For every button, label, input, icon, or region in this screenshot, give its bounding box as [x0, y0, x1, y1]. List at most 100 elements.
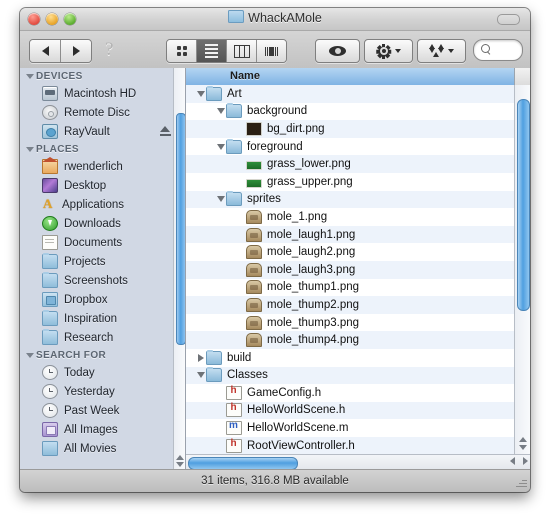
disclosure-triangle[interactable] [215, 196, 226, 203]
file-row[interactable]: foreground [186, 138, 515, 156]
file-row[interactable]: Classes [186, 366, 515, 385]
file-row[interactable]: build [186, 349, 515, 367]
file-row[interactable]: mole_laugh2.png [186, 243, 515, 261]
chevron-down-icon [216, 108, 225, 115]
navigation-segmented-control[interactable] [29, 39, 92, 63]
file-row[interactable]: HelloWorldScene.m [186, 419, 515, 437]
back-arrow-icon [41, 46, 49, 56]
file-row[interactable]: grass_upper.png [186, 173, 515, 191]
sidebar-item-desktop[interactable]: Desktop [20, 176, 185, 195]
toolbar-toggle-button[interactable] [497, 14, 520, 25]
file-row[interactable]: Art [186, 85, 515, 103]
optical-disc-icon [42, 105, 58, 120]
sidebar-item-macintosh-hd[interactable]: Macintosh HD [20, 84, 185, 103]
resize-grip[interactable] [514, 476, 527, 489]
clock-icon [42, 365, 58, 380]
eject-icon[interactable] [160, 126, 171, 137]
file-row[interactable]: RootViewController.h [186, 436, 515, 455]
sidebar-item-label: Dropbox [64, 293, 108, 306]
sidebar-item-label: Desktop [64, 179, 107, 192]
sidebar-item-documents[interactable]: Documents [20, 233, 185, 252]
file-row[interactable]: mole_thump3.png [186, 314, 515, 332]
horizontal-scroll-arrows[interactable] [510, 457, 528, 465]
sidebar-item-label: All Movies [64, 442, 117, 455]
file-row[interactable]: mole_laugh3.png [186, 260, 515, 279]
sidebar-item-all-movies[interactable]: All Movies [20, 439, 185, 458]
sidebar-item-yesterday[interactable]: Yesterday [20, 382, 185, 401]
file-row[interactable]: mole_1.png [186, 208, 515, 226]
back-button[interactable] [30, 40, 61, 62]
sidebar-item-downloads[interactable]: Downloads [20, 214, 185, 233]
file-row[interactable]: HelloWorldScene.h [186, 401, 515, 420]
folder-icon [42, 253, 58, 269]
scroll-down-icon[interactable] [518, 445, 527, 450]
horizontal-scrollbar[interactable] [186, 454, 530, 470]
sidebar-item-today[interactable]: Today [20, 363, 185, 382]
sidebar-item-applications[interactable]: Applications [20, 195, 185, 214]
scroll-left-icon[interactable] [510, 457, 515, 465]
sidebar-item-dropbox[interactable]: Dropbox [20, 290, 185, 309]
applications-icon [42, 196, 56, 212]
file-row[interactable]: bg_dirt.png [186, 120, 515, 138]
action-menu-button[interactable] [364, 39, 413, 63]
file-row[interactable]: mole_thump1.png [186, 279, 515, 297]
forward-button[interactable] [61, 40, 91, 62]
file-row-label: mole_laugh2.png [267, 246, 356, 259]
scroll-right-icon[interactable] [523, 457, 528, 465]
file-row[interactable]: mole_thump4.png [186, 331, 515, 349]
sidebar-scrollbar-thumb[interactable] [175, 113, 185, 345]
disclosure-triangle[interactable] [195, 90, 206, 97]
file-row[interactable]: grass_lower.png [186, 155, 515, 173]
file-row-label: mole_thump2.png [267, 298, 360, 311]
scroll-up-icon[interactable] [518, 437, 527, 442]
title-bar[interactable]: WhackAMole [20, 8, 530, 31]
sidebar-scrollbar[interactable] [173, 68, 185, 470]
folder-icon [42, 272, 58, 288]
coverflow-view-button[interactable] [257, 40, 286, 62]
sidebar-section-devices[interactable]: DEVICES [20, 68, 185, 84]
sidebar-item-label: Past Week [64, 404, 120, 417]
chevron-right-icon [197, 353, 204, 362]
icon-view-button[interactable] [167, 40, 197, 62]
disclosure-triangle[interactable] [215, 108, 226, 115]
file-row-label: Art [227, 87, 242, 100]
sidebar-item-rayvault[interactable]: RayVault [20, 122, 185, 141]
vertical-scroll-arrows[interactable] [517, 434, 528, 453]
file-row[interactable]: mole_thump2.png [186, 296, 515, 314]
quick-look-button[interactable] [315, 39, 360, 63]
sidebar-item-inspiration[interactable]: Inspiration [20, 309, 185, 328]
sidebar-section-places[interactable]: PLACES [20, 141, 185, 157]
file-row[interactable]: background [186, 103, 515, 121]
column-header-name[interactable]: Name [186, 68, 530, 86]
sidebar-section-search-for[interactable]: SEARCH FOR [20, 347, 185, 363]
chevron-down-icon [26, 353, 34, 358]
folder-icon [206, 349, 222, 365]
file-row[interactable]: sprites [186, 190, 515, 209]
sidebar: DEVICES Macintosh HD Remote Disc RayVault PL… [20, 68, 186, 470]
view-mode-segmented-control[interactable] [166, 39, 287, 63]
vertical-scrollbar[interactable] [514, 85, 530, 455]
file-row[interactable]: mole_laugh1.png [186, 225, 515, 244]
scroll-up-icon[interactable] [175, 455, 184, 460]
coverflow-icon [264, 46, 279, 56]
sidebar-item-research[interactable]: Research [20, 328, 185, 347]
dropbox-menu-button[interactable] [417, 39, 466, 63]
sidebar-item-remote-disc[interactable]: Remote Disc [20, 103, 185, 122]
sidebar-item-projects[interactable]: Projects [20, 252, 185, 271]
disclosure-triangle[interactable] [215, 143, 226, 150]
disclosure-triangle[interactable] [195, 372, 206, 379]
scroll-down-icon[interactable] [175, 462, 184, 467]
disclosure-triangle[interactable] [195, 353, 206, 362]
file-row[interactable]: GameConfig.h [186, 384, 515, 402]
search-input[interactable] [494, 41, 520, 59]
sidebar-item-all-images[interactable]: All Images [20, 420, 185, 439]
help-icon[interactable]: ? [105, 40, 113, 60]
sidebar-scroll-arrows[interactable] [175, 453, 184, 469]
sidebar-item-rwenderlich[interactable]: rwenderlich [20, 157, 185, 176]
list-view-button[interactable] [197, 40, 227, 62]
sidebar-item-past-week[interactable]: Past Week [20, 401, 185, 420]
column-view-button[interactable] [227, 40, 257, 62]
sidebar-item-screenshots[interactable]: Screenshots [20, 271, 185, 290]
vertical-scrollbar-thumb[interactable] [517, 99, 530, 311]
sidebar-item-label: Projects [64, 255, 106, 268]
